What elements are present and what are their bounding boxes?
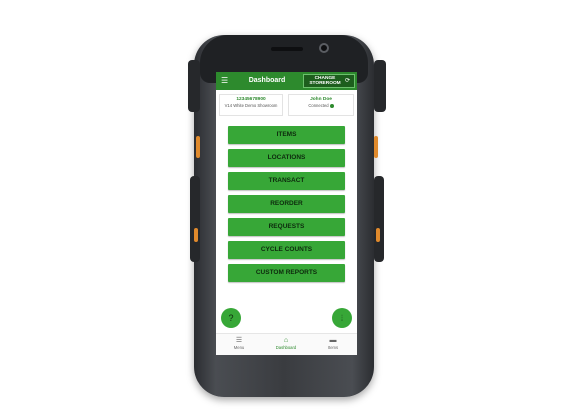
bottom-navigation: ☰ Menu ⌂ Dashboard ▬ Items [216, 333, 357, 355]
app-header: ☰ Dashboard CHANGE STOREROOM ⟳ [216, 72, 357, 90]
help-button[interactable]: ? [221, 308, 241, 328]
nav-items-label: Items [327, 345, 339, 350]
storeroom-name: V14 White Demo Showroom [224, 103, 278, 108]
barcode-scan-icon: ⦙ [340, 313, 344, 323]
help-icon: ? [228, 313, 234, 323]
nav-menu[interactable]: ☰ Menu [224, 336, 254, 351]
left-grip-upper [188, 60, 200, 112]
info-cards: 12345678900 V14 White Demo Showroom John… [219, 94, 354, 116]
change-storeroom-button[interactable]: CHANGE STOREROOM ⟳ [303, 74, 355, 88]
connection-status-text: Connected [308, 103, 329, 108]
nav-dashboard-label: Dashboard [275, 345, 297, 350]
box-icon: ▬ [329, 337, 337, 344]
requests-button[interactable]: REQUESTS [228, 218, 345, 236]
right-scan-button[interactable] [374, 136, 378, 158]
transact-button[interactable]: TRANSACT [228, 172, 345, 190]
left-scan-button[interactable] [196, 136, 200, 158]
connection-status: Connected [289, 103, 353, 108]
user-card: John Doe Connected [288, 94, 354, 116]
left-grip-lower [190, 176, 200, 262]
storeroom-card: 12345678900 V14 White Demo Showroom [219, 94, 283, 116]
custom-reports-button[interactable]: CUSTOM REPORTS [228, 264, 345, 282]
left-side-button[interactable] [194, 228, 198, 242]
cycle-counts-button[interactable]: CYCLE COUNTS [228, 241, 345, 259]
items-button[interactable]: ITEMS [228, 126, 345, 144]
nav-dashboard[interactable]: ⌂ Dashboard [271, 336, 301, 351]
right-grip-upper [374, 60, 386, 112]
front-camera [319, 43, 329, 53]
nav-menu-label: Menu [233, 345, 245, 350]
right-side-button[interactable] [376, 228, 380, 242]
page-title: Dashboard [248, 77, 286, 84]
scan-button[interactable]: ⦙ [332, 308, 352, 328]
home-icon: ⌂ [283, 337, 289, 344]
change-storeroom-label: CHANGE STOREROOM [309, 76, 341, 86]
locations-button[interactable]: LOCATIONS [228, 149, 345, 167]
refresh-icon: ⟳ [345, 78, 351, 84]
hamburger-menu-icon[interactable]: ☰ [221, 77, 228, 85]
list-icon: ☰ [235, 337, 243, 344]
nav-items[interactable]: ▬ Items [318, 336, 348, 351]
right-grip-lower [374, 176, 384, 262]
reorder-button[interactable]: REORDER [228, 195, 345, 213]
app-screen: ☰ Dashboard CHANGE STOREROOM ⟳ 123456789… [216, 72, 357, 355]
earpiece-speaker [271, 47, 303, 51]
connected-dot-icon [329, 103, 334, 108]
